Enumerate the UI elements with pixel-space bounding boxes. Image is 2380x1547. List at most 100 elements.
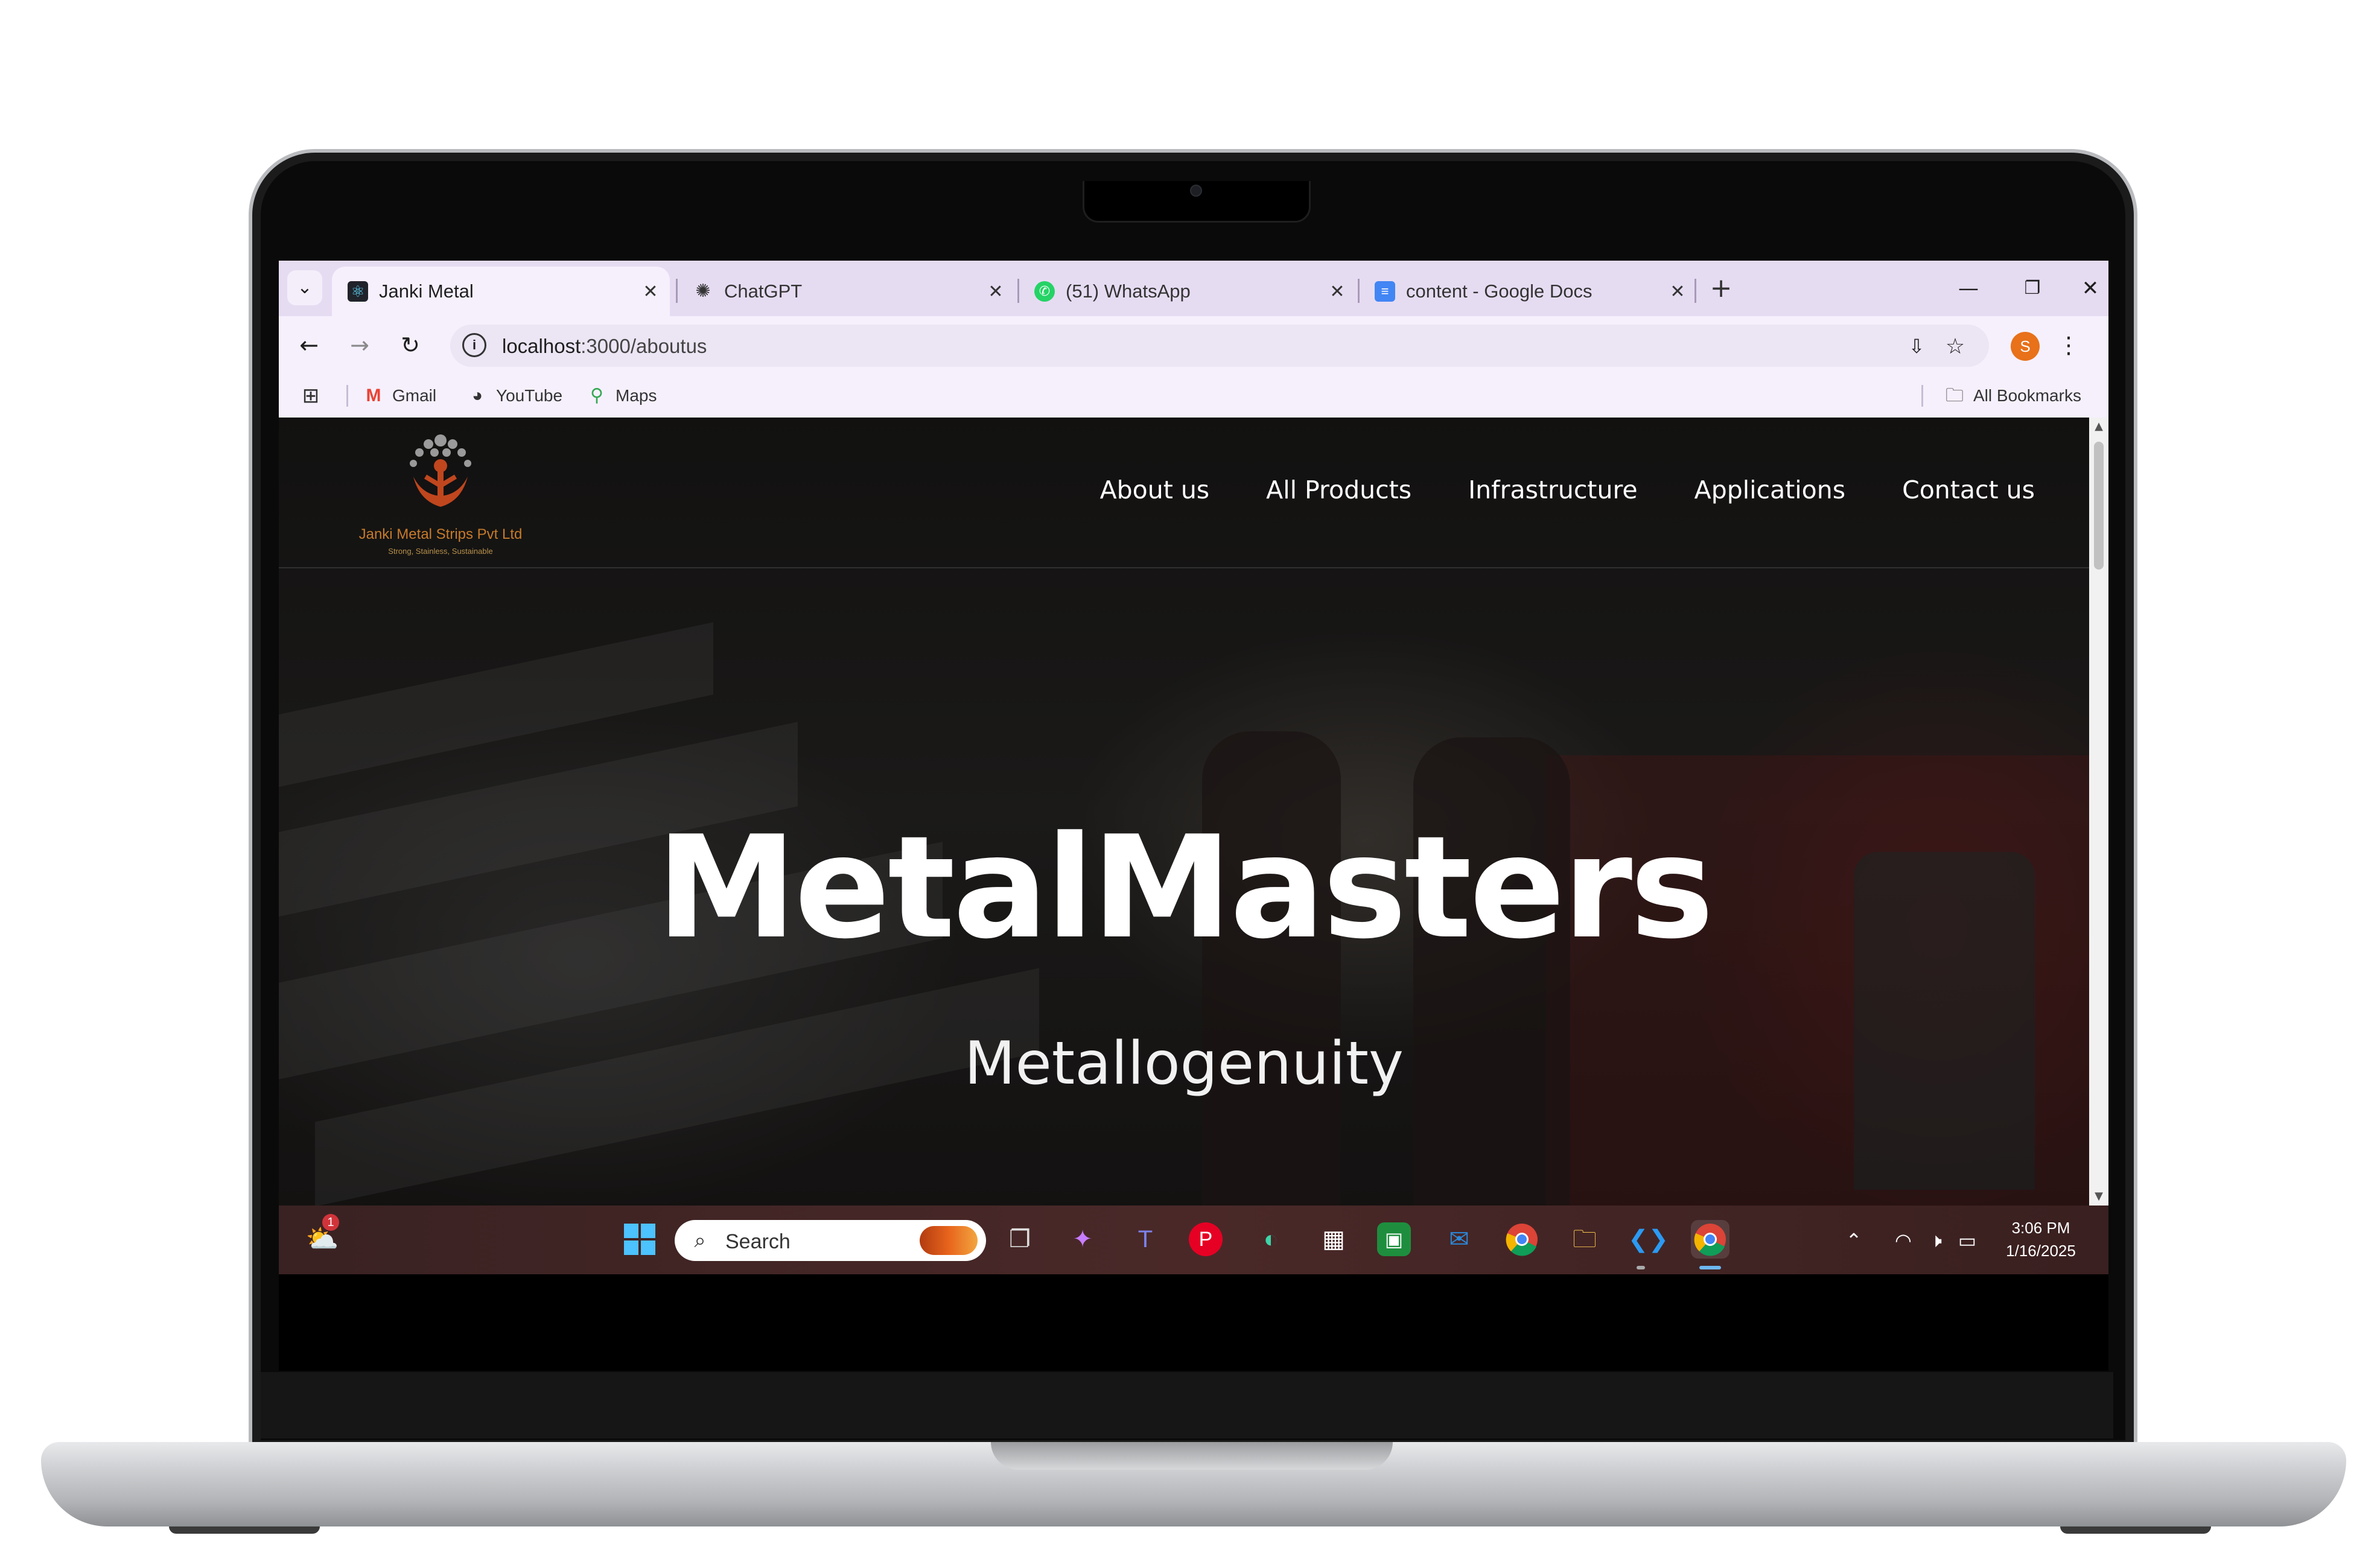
wifi-icon[interactable]: ◠ xyxy=(1890,1222,1917,1259)
site-logo[interactable]: Janki Metal Strips Pvt Ltd Strong, Stain… xyxy=(332,428,549,561)
teams-icon[interactable]: T xyxy=(1126,1220,1165,1259)
taskbar-clock[interactable]: 3:06 PM 1/16/2025 xyxy=(1993,1216,2089,1262)
chevron-up-icon[interactable]: ⌃ xyxy=(1842,1222,1866,1259)
outlook-icon[interactable]: ✉ xyxy=(1440,1220,1478,1259)
close-tab-icon[interactable]: ✕ xyxy=(1666,281,1690,302)
start-button[interactable] xyxy=(620,1220,659,1259)
browser-menu-icon[interactable]: ⋮ xyxy=(2057,329,2081,361)
tab-title: (51) WhatsApp xyxy=(1066,281,1191,302)
screen-bezel-bottom xyxy=(261,1372,2113,1438)
google-docs-icon: ≡ xyxy=(1375,281,1395,302)
search-icon: ⌕ xyxy=(694,1229,706,1252)
nav-applications[interactable]: Applications xyxy=(1694,475,1845,504)
apps-grid-icon[interactable]: ⊞ xyxy=(301,383,329,409)
screen: ⌄ ⚛ Janki Metal ✕ ✺ ChatGPT ✕ ✆ (51) Wha… xyxy=(279,261,2108,1371)
nav-links: About us All Products Infrastructure App… xyxy=(1100,475,2035,504)
bookmark-star-icon[interactable]: ☆ xyxy=(1943,334,1967,358)
bookmark-maps[interactable]: ⚲ Maps xyxy=(587,383,657,409)
maps-pin-icon: ⚲ xyxy=(590,386,603,405)
nav-about-us[interactable]: About us xyxy=(1100,475,1210,504)
page-scrollbar[interactable]: ▲ ▼ xyxy=(2089,418,2108,1206)
profile-avatar[interactable]: S xyxy=(2011,332,2040,361)
tab-title: ChatGPT xyxy=(724,281,803,302)
laptop-base-lip xyxy=(991,1442,1393,1470)
task-view-icon[interactable]: ❐ xyxy=(1001,1220,1039,1259)
whatsapp-icon: ✆ xyxy=(1034,281,1055,302)
globe-icon: ◕ xyxy=(471,386,483,405)
forward-button[interactable]: → xyxy=(343,328,377,362)
tab-janki-metal[interactable]: ⚛ Janki Metal ✕ xyxy=(332,267,670,316)
install-app-icon[interactable]: ⇩ xyxy=(1904,334,1929,358)
webcam xyxy=(1190,185,1202,197)
search-highlight-icon xyxy=(920,1226,978,1255)
chrome-icon[interactable] xyxy=(1503,1220,1541,1259)
bookmark-gmail[interactable]: M Gmail xyxy=(363,383,437,409)
clock-date: 1/16/2025 xyxy=(2006,1242,2076,1260)
windows-logo-icon xyxy=(624,1224,655,1255)
folder-icon: 🗀 xyxy=(1946,386,1964,405)
tab-search-button[interactable]: ⌄ xyxy=(287,270,322,305)
bookmark-youtube[interactable]: ◕ YouTube xyxy=(467,383,562,409)
minimize-button[interactable]: — xyxy=(1944,269,1993,308)
chatgpt-icon: ✺ xyxy=(695,281,711,301)
clock-time: 3:06 PM xyxy=(2011,1219,2070,1237)
vscode-icon[interactable]: ❮❯ xyxy=(1628,1220,1669,1259)
close-tab-icon[interactable]: ✕ xyxy=(1325,281,1349,302)
scrollbar-thumb[interactable] xyxy=(2094,442,2104,570)
logo-company-name: Janki Metal Strips Pvt Ltd xyxy=(358,526,523,542)
react-icon: ⚛ xyxy=(348,281,368,302)
laptop-foot-right xyxy=(2060,1526,2211,1534)
nav-contact-us[interactable]: Contact us xyxy=(1902,475,2035,504)
back-button[interactable]: ← xyxy=(292,328,326,362)
pinterest-icon[interactable]: P xyxy=(1189,1222,1223,1256)
tab-separator xyxy=(1694,279,1696,303)
reload-button[interactable]: ↻ xyxy=(393,328,427,362)
new-tab-button[interactable]: + xyxy=(1703,270,1739,307)
hero-subtitle: Metallogenuity xyxy=(964,1029,1404,1098)
address-bar[interactable]: i localhost:3000/aboutus ⇩ ☆ xyxy=(450,325,1989,367)
bookmarks-bar: ⊞ M Gmail ◕ YouTube ⚲ Maps 🗀 All Bookmar… xyxy=(279,374,2108,418)
site-info-icon[interactable]: i xyxy=(462,333,486,357)
browser-toolbar: ← → ↻ i localhost:3000/aboutus ⇩ ☆ S ⋮ xyxy=(279,316,2108,374)
page-viewport: Janki Metal Strips Pvt Ltd Strong, Stain… xyxy=(279,418,2089,1206)
taskbar-search-box[interactable]: ⌕ Search xyxy=(675,1220,986,1261)
bookmark-label: Gmail xyxy=(392,386,437,405)
tab-title: content - Google Docs xyxy=(1406,281,1592,302)
close-tab-icon[interactable]: ✕ xyxy=(638,281,663,302)
close-tab-icon[interactable]: ✕ xyxy=(984,281,1008,302)
all-bookmarks-label: All Bookmarks xyxy=(1973,386,2081,405)
nav-infrastructure[interactable]: Infrastructure xyxy=(1468,475,1638,504)
chrome-active-icon[interactable] xyxy=(1691,1220,1729,1259)
microsoft-store-icon[interactable]: ▦ xyxy=(1314,1220,1353,1259)
tree-logo-icon xyxy=(410,434,471,507)
close-window-button[interactable]: ✕ xyxy=(2072,269,2108,308)
logo-tagline: Strong, Stainless, Sustainable xyxy=(388,547,493,556)
file-explorer-icon[interactable]: 🗀 xyxy=(1565,1220,1604,1259)
tab-chatgpt[interactable]: ✺ ChatGPT ✕ xyxy=(677,267,1015,316)
tab-google-docs[interactable]: ≡ content - Google Docs ✕ xyxy=(1359,267,1697,316)
all-bookmarks-button[interactable]: 🗀 All Bookmarks xyxy=(1944,383,2081,409)
notification-badge: 1 xyxy=(322,1214,339,1231)
tab-whatsapp[interactable]: ✆ (51) WhatsApp ✕ xyxy=(1019,267,1357,316)
edge-icon[interactable]: ◐ xyxy=(1252,1220,1290,1259)
nav-all-products[interactable]: All Products xyxy=(1266,475,1411,504)
scroll-up-arrow-icon[interactable]: ▲ xyxy=(2089,418,2108,436)
gmail-icon: M xyxy=(366,386,381,405)
chrome-logo-icon xyxy=(1506,1224,1538,1256)
copilot-icon[interactable]: ✦ xyxy=(1063,1220,1102,1259)
scroll-down-arrow-icon[interactable]: ▼ xyxy=(2089,1187,2108,1206)
search-label: Search xyxy=(725,1230,791,1253)
windows-taskbar: ⛅ 1 ⌕ Search ❐ ✦ T P ◐ ▦ ▣ ✉ 🗀 ❮❯ ⌃ ◠ 🕨 … xyxy=(279,1206,2108,1274)
bookmark-label: Maps xyxy=(616,386,657,405)
bookmark-label: YouTube xyxy=(496,386,563,405)
restore-button[interactable]: ❐ xyxy=(2008,269,2057,308)
bookmark-separator xyxy=(1921,385,1923,407)
hero-title: MetalMasters xyxy=(656,806,1714,970)
laptop-foot-left xyxy=(169,1526,320,1534)
tab-strip: ⌄ ⚛ Janki Metal ✕ ✺ ChatGPT ✕ ✆ (51) Wha… xyxy=(279,261,2108,316)
url-host: localhost xyxy=(502,335,581,357)
battery-icon[interactable]: ▭ xyxy=(1954,1222,1981,1259)
volume-icon[interactable]: 🕨 xyxy=(1923,1222,1949,1259)
bookmark-separator xyxy=(346,385,348,407)
google-classroom-icon[interactable]: ▣ xyxy=(1377,1222,1411,1256)
